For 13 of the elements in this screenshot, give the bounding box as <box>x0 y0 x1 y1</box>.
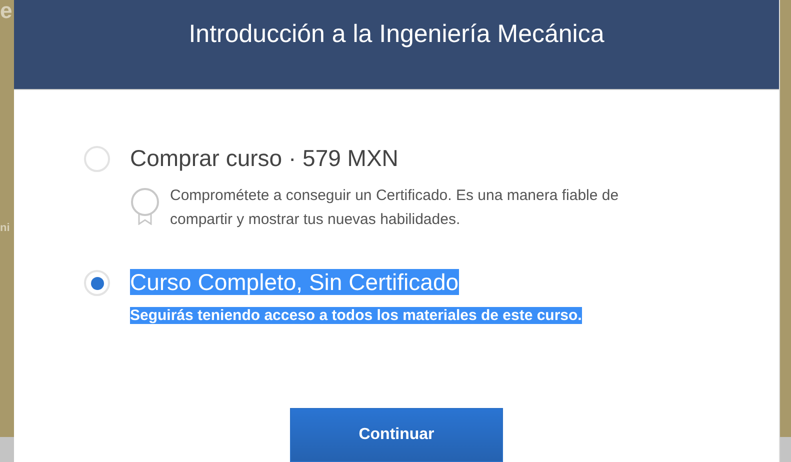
certificate-badge-icon <box>130 187 160 225</box>
background-text: ni <box>0 221 11 236</box>
option-title: Comprar curso · 579 MXN <box>130 145 398 171</box>
radio-button[interactable] <box>84 146 110 172</box>
background-bar <box>780 437 791 462</box>
continue-button[interactable]: Continuar <box>290 408 503 462</box>
option-description: Seguirás teniendo acceso a todos los materiales de este curso. <box>130 307 582 324</box>
background-bar <box>0 437 14 462</box>
dialog-title: Introducción a la Ingeniería Mecánica <box>188 18 604 50</box>
option-description: Comprométete a conseguir un Certificado. Es una manera fiable de compartir y mostrar tus nuevas habilidades. <box>170 187 619 228</box>
option-title: Curso Completo, Sin Certificado <box>130 269 459 295</box>
background-text: e <box>0 0 14 22</box>
radio-button[interactable] <box>84 270 110 296</box>
